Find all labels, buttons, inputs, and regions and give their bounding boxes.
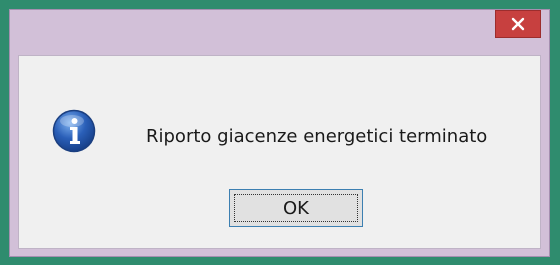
info-icon (52, 109, 96, 153)
dialog-message: Riporto giacenze energetici terminato (146, 126, 488, 147)
ok-button-label: OK (283, 197, 309, 219)
close-button[interactable] (495, 10, 541, 38)
close-icon (511, 17, 525, 31)
message-dialog: Riporto giacenze energetici terminato OK (9, 9, 550, 257)
title-bar[interactable] (10, 10, 549, 55)
ok-button[interactable]: OK (229, 189, 363, 227)
dialog-content: Riporto giacenze energetici terminato OK (18, 55, 541, 249)
